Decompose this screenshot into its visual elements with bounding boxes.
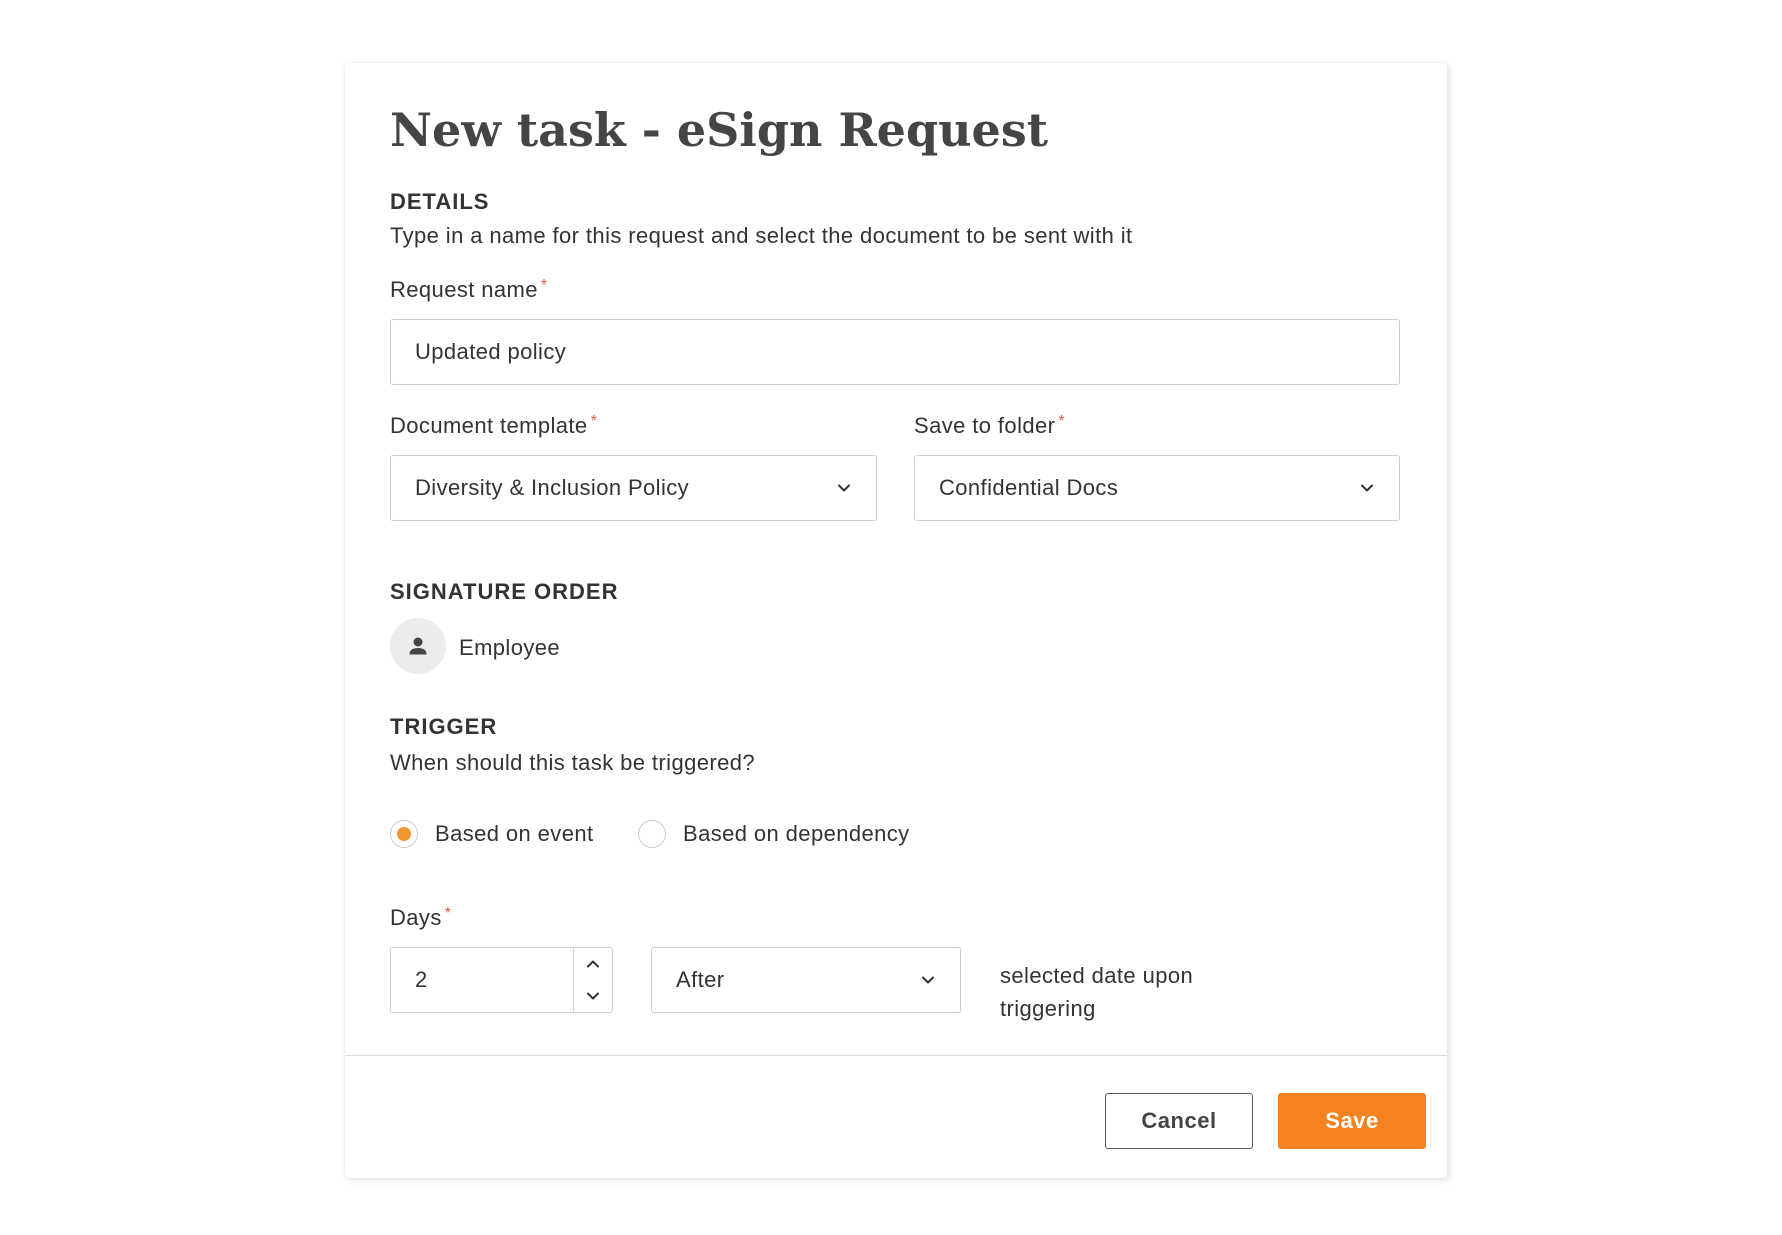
radio-based-on-dependency-label[interactable]: Based on dependency bbox=[683, 821, 910, 847]
radio-based-on-dependency[interactable] bbox=[638, 820, 666, 848]
save-to-folder-value: Confidential Docs bbox=[939, 475, 1119, 500]
footer-divider bbox=[345, 1055, 1447, 1056]
request-name-label: Request name * bbox=[390, 277, 548, 303]
decrement-button[interactable] bbox=[574, 980, 612, 1012]
save-to-folder-label: Save to folder * bbox=[914, 413, 1065, 439]
esign-task-dialog: New task - eSign Request DETAILS Type in… bbox=[345, 63, 1447, 1178]
request-name-label-text: Request name bbox=[390, 277, 538, 302]
trigger-suffix-line2: triggering bbox=[1000, 996, 1096, 1021]
document-template-select[interactable]: Diversity & Inclusion Policy bbox=[390, 455, 877, 521]
trigger-heading: TRIGGER bbox=[390, 714, 498, 739]
timing-value: After bbox=[676, 967, 725, 992]
required-marker: * bbox=[540, 277, 548, 294]
chevron-down-icon bbox=[1361, 484, 1373, 492]
signer-avatar bbox=[390, 618, 446, 674]
radio-selected-dot bbox=[397, 827, 411, 841]
signer-name: Employee bbox=[459, 635, 561, 660]
save-to-folder-label-text: Save to folder bbox=[914, 413, 1056, 438]
person-icon bbox=[409, 637, 427, 655]
trigger-question: When should this task be triggered? bbox=[390, 750, 755, 775]
trigger-suffix-text: selected date upon triggering bbox=[1000, 959, 1193, 1025]
trigger-suffix-line1: selected date upon bbox=[1000, 963, 1194, 988]
request-name-input[interactable]: Updated policy bbox=[390, 319, 1400, 385]
timing-select[interactable]: After bbox=[651, 947, 961, 1013]
signature-order-heading: SIGNATURE ORDER bbox=[390, 579, 619, 604]
days-stepper[interactable]: 2 bbox=[390, 947, 613, 1013]
stepper-buttons bbox=[573, 948, 612, 1012]
details-description: Type in a name for this request and sele… bbox=[390, 223, 1133, 248]
request-name-value: Updated policy bbox=[415, 339, 567, 364]
save-to-folder-select[interactable]: Confidential Docs bbox=[914, 455, 1400, 521]
document-template-label-text: Document template bbox=[390, 413, 588, 438]
details-heading: DETAILS bbox=[390, 189, 490, 214]
days-value: 2 bbox=[415, 967, 428, 992]
chevron-down-icon bbox=[922, 976, 934, 984]
save-button[interactable]: Save bbox=[1278, 1093, 1426, 1149]
required-marker: * bbox=[444, 905, 452, 922]
chevron-down-icon bbox=[587, 992, 599, 1000]
days-label-text: Days bbox=[390, 905, 442, 930]
required-marker: * bbox=[1058, 413, 1065, 430]
increment-button[interactable] bbox=[574, 948, 612, 980]
document-template-label: Document template * bbox=[390, 413, 597, 439]
cancel-button[interactable]: Cancel bbox=[1105, 1093, 1253, 1149]
chevron-down-icon bbox=[838, 484, 850, 492]
dialog-title: New task - eSign Request bbox=[390, 103, 1048, 157]
chevron-up-icon bbox=[587, 960, 599, 968]
required-marker: * bbox=[590, 413, 598, 430]
document-template-value: Diversity & Inclusion Policy bbox=[415, 475, 690, 500]
radio-based-on-event-label[interactable]: Based on event bbox=[435, 821, 594, 847]
radio-based-on-event[interactable] bbox=[390, 820, 418, 848]
days-label: Days * bbox=[390, 905, 451, 931]
